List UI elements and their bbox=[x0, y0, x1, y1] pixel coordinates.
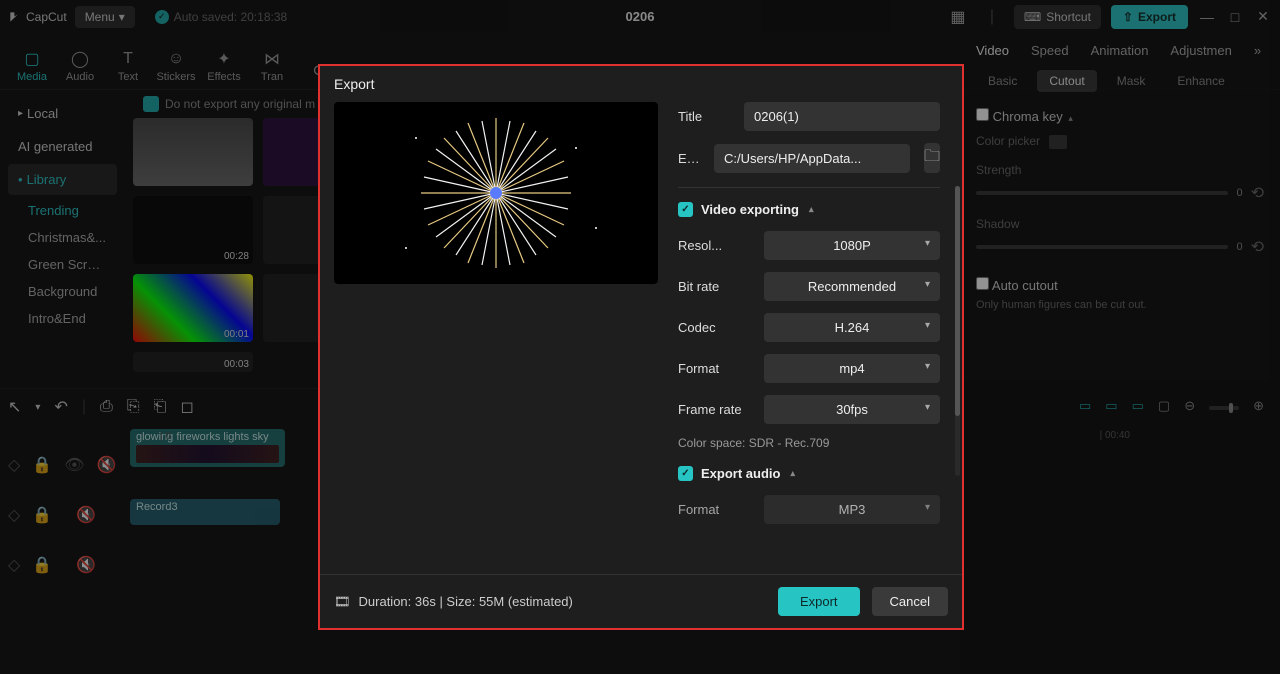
title-label: Title bbox=[678, 109, 734, 124]
browse-folder-button[interactable]: 🗀 bbox=[924, 143, 940, 173]
video-exporting-checkbox[interactable]: ✓ bbox=[678, 202, 693, 217]
audio-format-label: Format bbox=[678, 502, 754, 517]
export-dialog: Export bbox=[318, 64, 964, 630]
format-label: Format bbox=[678, 361, 754, 376]
scrollbar[interactable] bbox=[955, 186, 960, 476]
resolution-label: Resol... bbox=[678, 238, 754, 253]
video-exporting-label: Video exporting bbox=[701, 202, 799, 217]
exportto-input[interactable] bbox=[714, 144, 910, 173]
format-select[interactable]: mp4 bbox=[764, 354, 940, 383]
framerate-label: Frame rate bbox=[678, 402, 754, 417]
colorspace-text: Color space: SDR - Rec.709 bbox=[678, 436, 940, 450]
bitrate-select[interactable]: Recommended bbox=[764, 272, 940, 301]
cancel-button[interactable]: Cancel bbox=[872, 587, 948, 616]
export-preview bbox=[334, 102, 658, 284]
collapse-icon[interactable]: ▴ bbox=[809, 204, 814, 215]
duration-text: Duration: 36s | Size: 55M (estimated) bbox=[359, 594, 573, 609]
export-audio-checkbox[interactable]: ✓ bbox=[678, 466, 693, 481]
film-icon: 🎞 bbox=[334, 594, 351, 610]
export-audio-label: Export audio bbox=[701, 466, 780, 481]
bitrate-label: Bit rate bbox=[678, 279, 754, 294]
dialog-title: Export bbox=[320, 66, 962, 102]
title-input[interactable] bbox=[744, 102, 940, 131]
exportto-label: Export to bbox=[678, 151, 704, 166]
folder-icon: 🗀 bbox=[924, 145, 940, 172]
resolution-select[interactable]: 1080P bbox=[764, 231, 940, 260]
codec-select[interactable]: H.264 bbox=[764, 313, 940, 342]
collapse-icon[interactable]: ▴ bbox=[790, 468, 795, 479]
codec-label: Codec bbox=[678, 320, 754, 335]
export-confirm-button[interactable]: Export bbox=[778, 587, 860, 616]
audio-format-select[interactable]: MP3 bbox=[764, 495, 940, 524]
framerate-select[interactable]: 30fps bbox=[764, 395, 940, 424]
